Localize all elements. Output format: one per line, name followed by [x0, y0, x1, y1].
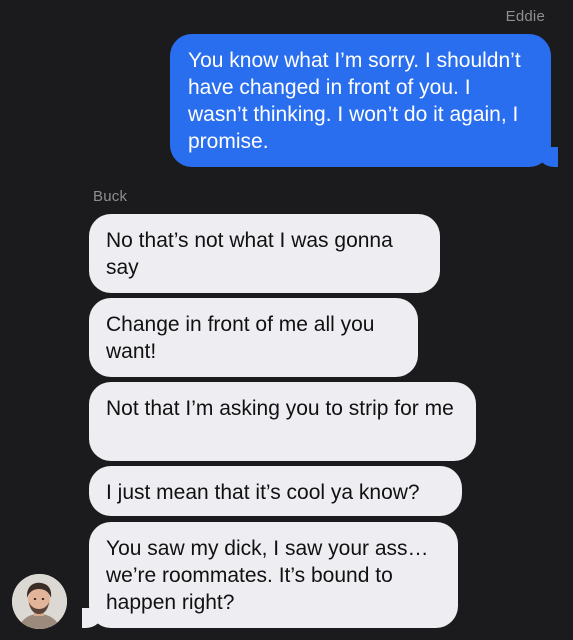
message-bubble-incoming[interactable]: I just mean that it’s cool ya know? — [89, 466, 462, 516]
bubble-tail — [72, 608, 102, 628]
message-bubble-incoming[interactable]: Not that I’m asking you to strip for me — [89, 382, 476, 461]
sender-name-eddie: Eddie — [505, 8, 545, 25]
message-text: Change in front of me all you want! — [106, 313, 375, 363]
avatar-photo — [12, 574, 67, 629]
sender-name-buck: Buck — [93, 188, 128, 205]
message-text: Not that I’m asking you to strip for me — [106, 397, 454, 420]
message-bubble-incoming[interactable]: You saw my dick, I saw your ass… we’re r… — [72, 522, 458, 628]
bubble-tail — [538, 147, 568, 167]
message-bubble-incoming[interactable]: Change in front of me all you want! — [89, 298, 418, 377]
message-bubble-outgoing[interactable]: You know what I’m sorry. I shouldn’t hav… — [170, 34, 568, 167]
message-text: No that’s not what I was gonna say — [106, 229, 393, 279]
contact-avatar-icon[interactable] — [12, 574, 67, 629]
message-text: You saw my dick, I saw your ass… we’re r… — [106, 537, 429, 614]
message-text: I just mean that it’s cool ya know? — [106, 481, 420, 504]
message-text: You know what I’m sorry. I shouldn’t hav… — [188, 49, 521, 153]
message-bubble-incoming[interactable]: No that’s not what I was gonna say — [89, 214, 440, 293]
